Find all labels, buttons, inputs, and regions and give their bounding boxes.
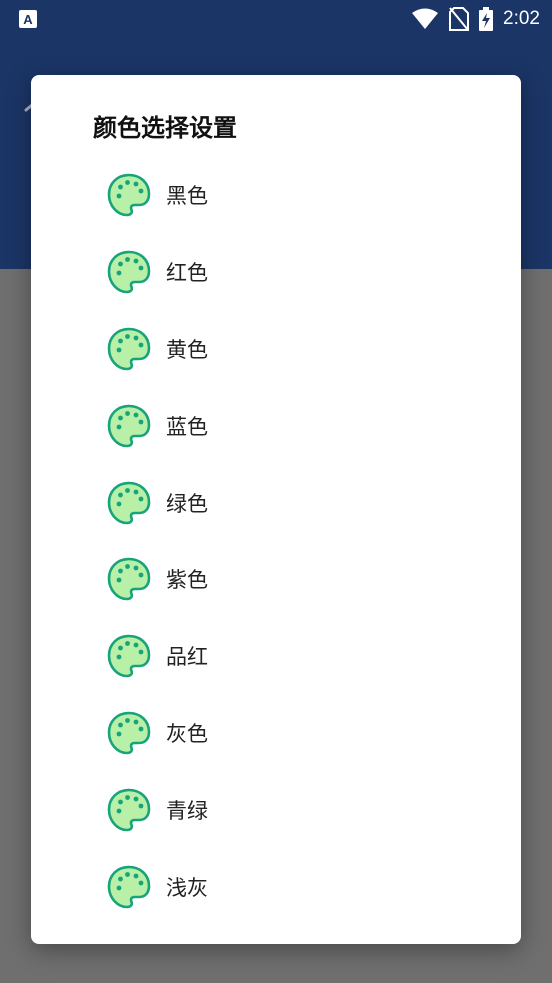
color-option-2[interactable]: 黄色 xyxy=(31,311,521,388)
color-option-1[interactable]: 红色 xyxy=(31,234,521,311)
color-option-3[interactable]: 蓝色 xyxy=(31,387,521,464)
color-option-label: 黑色 xyxy=(166,184,208,209)
color-option-label: 蓝色 xyxy=(166,414,208,439)
color-option-list: 黑色 红色 黄色 蓝色 绿色 紫色 品红 灰色 青绿 浅灰 xyxy=(31,157,521,925)
palette-icon xyxy=(107,327,151,371)
a-notification-icon: A xyxy=(19,10,37,28)
dialog-title: 颜色选择设置 xyxy=(93,114,237,142)
color-option-label: 黄色 xyxy=(166,337,208,362)
color-option-label: 品红 xyxy=(166,645,208,670)
color-option-label: 青绿 xyxy=(166,798,208,823)
color-option-label: 绿色 xyxy=(166,491,208,516)
palette-icon xyxy=(107,174,151,217)
svg-text:A: A xyxy=(23,12,33,27)
color-select-dialog: 颜色选择设置 黑色 红色 黄色 蓝色 绿色 紫色 品红 灰色 青绿 浅灰 xyxy=(31,75,521,944)
color-option-8[interactable]: 青绿 xyxy=(31,771,521,848)
color-option-4[interactable]: 绿色 xyxy=(31,464,521,541)
color-option-6[interactable]: 品红 xyxy=(31,618,521,695)
wifi-icon xyxy=(412,8,439,29)
color-option-label: 浅灰 xyxy=(166,875,208,900)
status-time: 2:02 xyxy=(503,8,540,29)
color-option-label: 灰色 xyxy=(166,721,208,746)
status-bar: A 2:02 xyxy=(0,0,552,38)
palette-icon xyxy=(107,711,151,755)
status-icons: 2:02 xyxy=(411,6,540,32)
palette-icon xyxy=(107,865,151,908)
palette-icon xyxy=(107,558,151,601)
palette-icon xyxy=(107,788,151,832)
color-option-label: 红色 xyxy=(166,261,208,286)
palette-icon xyxy=(107,250,151,294)
palette-icon xyxy=(107,481,151,524)
color-option-5[interactable]: 紫色 xyxy=(31,541,521,618)
palette-icon xyxy=(107,634,151,678)
no-sim-icon xyxy=(449,7,470,31)
color-option-7[interactable]: 灰色 xyxy=(31,695,521,772)
color-option-9[interactable]: 浅灰 xyxy=(31,848,521,925)
battery-charging-icon xyxy=(479,7,494,31)
color-option-0[interactable]: 黑色 xyxy=(31,157,521,234)
palette-icon xyxy=(107,404,151,448)
color-option-label: 紫色 xyxy=(166,568,208,593)
